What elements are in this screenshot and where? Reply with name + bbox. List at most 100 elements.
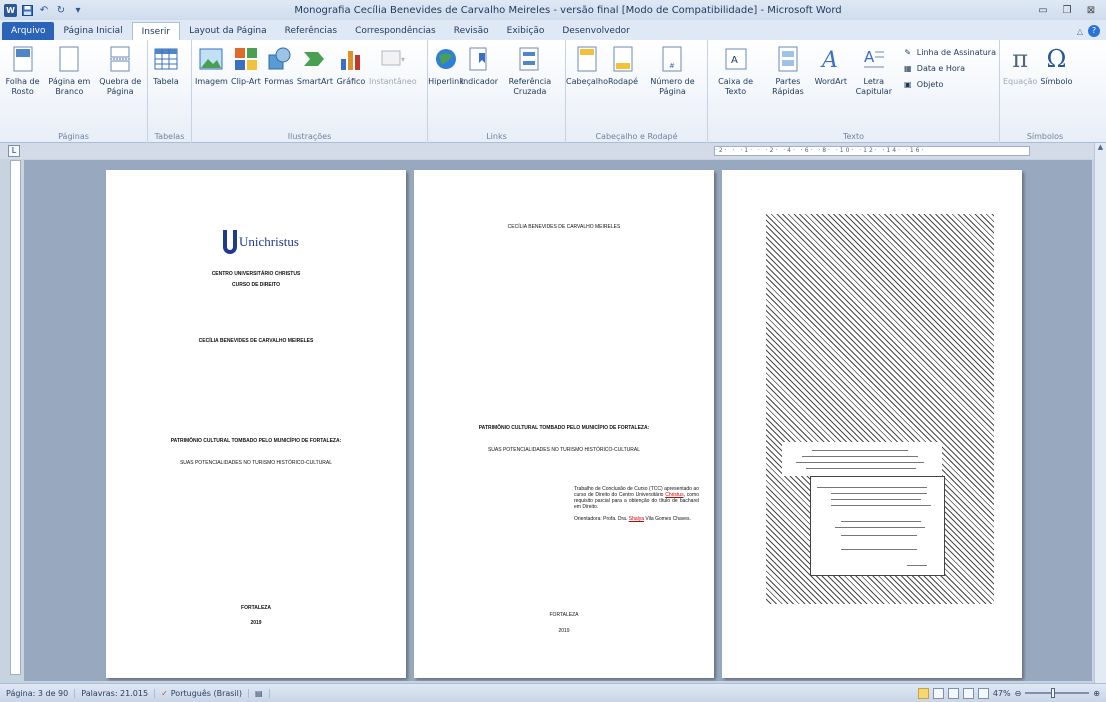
blank-page-button[interactable]: Página em Branco [45,44,93,97]
group-illustrations: Imagem Clip-Art Formas SmartArt Gráfico … [192,40,428,143]
ribbon-minimize-icon[interactable]: △ [1077,27,1083,36]
tab-insert[interactable]: Inserir [131,22,181,40]
header-button[interactable]: Cabeçalho [566,44,608,87]
zoom-slider-thumb[interactable] [1051,688,1056,698]
institution-name: CENTRO UNIVERSITÁRIO CHRISTUS [211,271,301,277]
group-label-symbols: Símbolos [1026,132,1064,141]
hyperlink-icon [433,44,459,74]
language-indicator[interactable]: ✓ Português (Brasil) [155,688,250,698]
catalog-card-box [810,476,945,576]
cover-page-icon [10,44,36,74]
tab-developer[interactable]: Desenvolvedor [553,22,639,40]
scroll-up-icon[interactable]: ▲ [1095,143,1106,151]
group-links: Hiperlink Indicador Referência Cruzada L… [428,40,566,143]
tab-page-layout[interactable]: Layout da Página [180,22,276,40]
group-tables: Tabela Tabelas [148,40,192,143]
text-box-button[interactable]: A Caixa de Texto [711,44,760,97]
tab-references[interactable]: Referências [276,22,347,40]
save-icon[interactable] [20,3,34,17]
svg-text:A: A [820,48,838,71]
page-number-button[interactable]: # Número de Página [641,44,704,97]
footer-icon [610,44,636,74]
proofing-icon[interactable]: ✓ [161,689,168,698]
bookmark-button[interactable]: Indicador [461,44,498,87]
macro-record-icon[interactable]: ▤ [249,688,270,698]
status-bar: Página: 3 de 90 Palavras: 21.015 ✓ Portu… [0,683,1106,702]
draft-view-icon[interactable] [977,687,989,699]
city: FORTALEZA [549,612,579,618]
pi-icon: π [1012,45,1029,73]
cross-reference-button[interactable]: Referência Cruzada [498,44,562,97]
word-count[interactable]: Palavras: 21.015 [75,688,156,698]
page-title-sheet[interactable]: CECÍLIA BENEVIDES DE CARVALHO MEIRELES P… [414,170,714,678]
blank-page-icon [56,44,82,74]
zoom-slider[interactable] [1025,688,1090,698]
customize-qat-icon[interactable]: ▾ [71,3,85,17]
chart-button[interactable]: Gráfico [336,44,366,87]
cover-page-button[interactable]: Folha de Rosto [3,44,42,97]
vertical-scrollbar[interactable]: ▲ [1094,143,1106,683]
signature-line-button[interactable]: ✎ Linha de Assinatura [902,46,996,58]
redo-icon[interactable]: ↻ [54,3,68,17]
equation-button[interactable]: π Equação [1003,44,1037,87]
group-text: A Caixa de Texto Partes Rápidas A WordAr… [708,40,1000,143]
minimize-icon[interactable]: ▭ [1036,3,1050,17]
screenshot-button[interactable]: ▾ Instantâneo [369,44,417,87]
signature-line-icon: ✎ [904,47,912,57]
picture-button[interactable]: Imagem [195,44,228,87]
thesis-subtitle: SUAS POTENCIALIDADES NO TURISMO HISTÓRIC… [487,447,641,453]
tab-review[interactable]: Revisão [445,22,498,40]
word-logo-icon[interactable]: W [4,3,17,17]
footer-button[interactable]: Rodapé [608,44,638,87]
page-cover[interactable]: Unichristus CENTRO UNIVERSITÁRIO CHRISTU… [106,170,406,678]
zoom-level[interactable]: 47% [993,689,1011,698]
table-button[interactable]: Tabela [151,44,181,87]
table-icon [153,44,179,74]
smartart-button[interactable]: SmartArt [297,44,333,87]
page-break-button[interactable]: Quebra de Página [96,44,144,97]
full-screen-view-icon[interactable] [932,687,944,699]
svg-text:A: A [864,48,875,66]
print-layout-view-icon[interactable] [917,687,929,699]
close-icon[interactable]: ⊠ [1084,3,1098,17]
clip-art-button[interactable]: Clip-Art [231,44,261,87]
tab-file[interactable]: Arquivo [2,22,55,40]
page-catalog-card[interactable] [722,170,1022,678]
city: FORTALEZA [241,605,271,611]
object-button[interactable]: ▣ Objeto [902,78,996,90]
group-symbols: π Equação Ω Símbolo Símbolos [1000,40,1090,143]
wordart-button[interactable]: A WordArt [815,44,847,87]
catalog-notes-area [782,442,942,476]
document-workspace: Unichristus CENTRO UNIVERSITÁRIO CHRISTU… [24,160,1092,681]
restore-icon[interactable]: ❐ [1060,3,1074,17]
tab-selector-icon[interactable]: L [8,145,20,157]
help-icon[interactable]: ? [1088,25,1100,37]
tab-home[interactable]: Página Inicial [54,22,131,40]
symbol-button[interactable]: Ω Símbolo [1040,44,1072,87]
omega-icon: Ω [1046,45,1067,73]
thesis-abstract: Trabalho de Conclusão de Curso (TCC) apr… [574,486,699,522]
tab-mailings[interactable]: Correspondências [346,22,445,40]
window-title: Monografia Cecília Benevides de Carvalho… [294,4,842,16]
drop-cap-icon: A [861,44,887,74]
university-logo: Unichristus [223,230,299,254]
vertical-ruler[interactable] [10,160,21,675]
web-layout-view-icon[interactable] [947,687,959,699]
zoom-in-icon[interactable]: ⊕ [1093,689,1100,698]
undo-icon[interactable]: ↶ [37,3,51,17]
year: 2019 [558,628,570,634]
page-count[interactable]: Página: 3 de 90 [0,688,76,698]
tab-view[interactable]: Exibição [498,22,554,40]
drop-cap-button[interactable]: A Letra Capitular [849,44,899,97]
horizontal-ruler[interactable]: ·2· · ·1· · ·2· ·4· ·6· ·8· ·10· ·12· ·1… [714,146,1030,156]
outline-view-icon[interactable] [962,687,974,699]
hyperlink-button[interactable]: Hiperlink [428,44,464,87]
shapes-button[interactable]: Formas [264,44,294,87]
zoom-out-icon[interactable]: ⊖ [1015,689,1022,698]
group-label-header-footer: Cabeçalho e Rodapé [595,132,678,141]
group-label-text: Texto [842,132,865,141]
date-time-button[interactable]: ▦ Data e Hora [902,62,996,74]
quick-parts-button[interactable]: Partes Rápidas [763,44,813,97]
wordart-icon: A [818,44,844,74]
text-box-icon: A [723,44,749,74]
